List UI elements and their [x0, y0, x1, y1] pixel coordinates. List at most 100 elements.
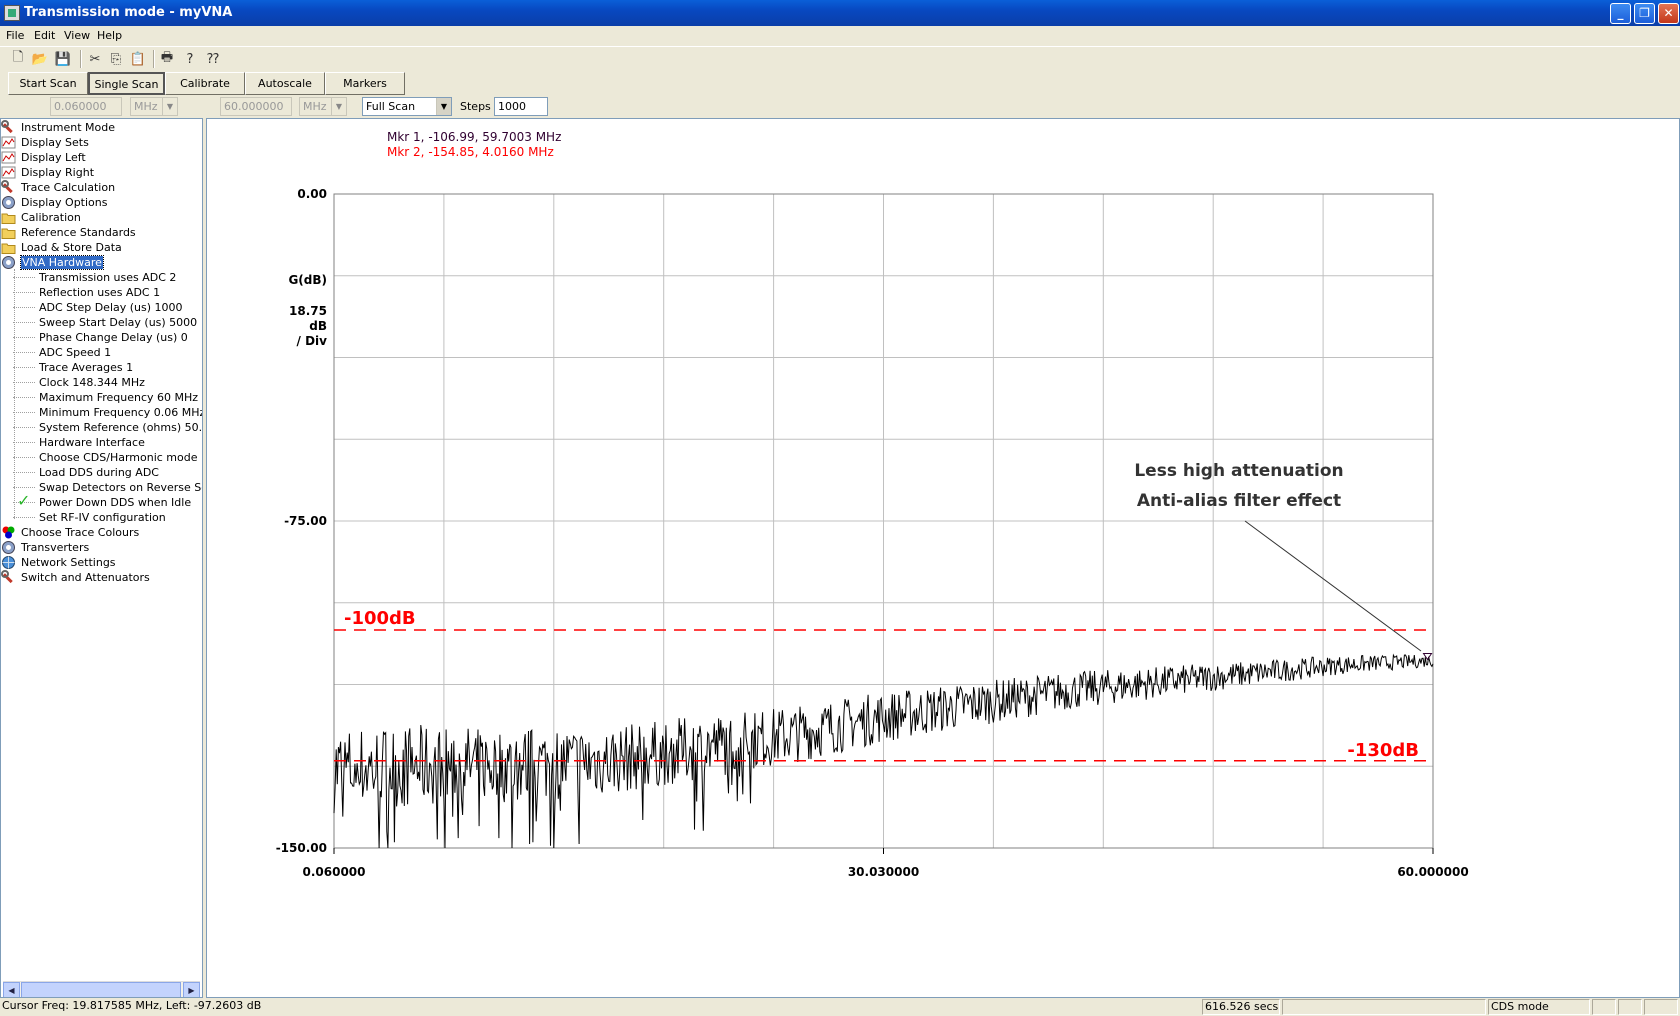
tree-connector	[13, 337, 35, 338]
tree-item-reflection-uses-adc-1[interactable]: Reflection uses ADC 1	[13, 285, 160, 300]
tree-item-load-store-data[interactable]: Load & Store Data	[1, 240, 122, 255]
chart-icon	[1, 135, 16, 150]
tree-item-network-settings[interactable]: Network Settings	[2, 555, 116, 570]
tree-item-switch-and-attenuators[interactable]: Switch and Attenuators	[1, 570, 150, 585]
tree-item-choose-trace-colours[interactable]: Choose Trace Colours	[2, 525, 139, 540]
settings-tree[interactable]: ◀ ▶ Instrument Mode Display Sets Display L…	[0, 118, 203, 998]
start-freq-input[interactable]: 0.060000	[50, 97, 122, 116]
menu-help[interactable]: Help	[97, 29, 122, 42]
tree-item-vna-hardware[interactable]: VNA Hardware	[2, 255, 104, 270]
tree-item-sweep-start-delay-us-5000[interactable]: Sweep Start Delay (us) 5000	[13, 315, 197, 330]
status-time: 616.526 secs	[1202, 999, 1280, 1015]
folder-icon	[1, 225, 16, 240]
tree-item-hardware-interface[interactable]: Hardware Interface	[13, 435, 145, 450]
markers-button[interactable]: Markers	[325, 72, 405, 95]
tree-item-label: Set RF-IV configuration	[39, 511, 166, 524]
annotation-text: Less high attenuation	[1134, 461, 1343, 481]
annotation-leader-line	[1244, 520, 1422, 652]
print-icon[interactable]: 🖶	[158, 50, 176, 68]
steps-input[interactable]: 1000	[494, 97, 548, 116]
transmission-chart[interactable]: Mkr 1, -106.99, 59.7003 MHzMkr 2, -154.8…	[207, 119, 1679, 997]
tree-item-calibration[interactable]: Calibration	[1, 210, 81, 225]
tree-item-adc-speed-1[interactable]: ADC Speed 1	[13, 345, 111, 360]
stop-freq-input[interactable]: 60.000000	[220, 97, 292, 116]
status-indicator	[1618, 999, 1642, 1015]
tree-item-instrument-mode[interactable]: Instrument Mode	[1, 120, 115, 135]
y-tick-label: -150.00	[276, 841, 327, 855]
tree-item-label: Display Options	[21, 196, 108, 209]
tree-item-set-rf-iv-configuration[interactable]: Set RF-IV configuration	[13, 510, 166, 525]
tree-connector	[13, 397, 35, 398]
minimize-button[interactable]: _	[1610, 3, 1631, 24]
chevron-down-icon[interactable]: ▼	[331, 98, 346, 115]
menu-edit[interactable]: Edit	[34, 29, 55, 42]
menu-view[interactable]: View	[64, 29, 90, 42]
tree-item-system-reference-ohms-50-00[interactable]: System Reference (ohms) 50.00	[13, 420, 202, 435]
tree-connector	[13, 277, 35, 278]
checkmark-icon: ✓	[17, 491, 31, 510]
chevron-down-icon[interactable]: ▼	[162, 98, 177, 115]
tree-item-maximum-frequency-60-mhz[interactable]: Maximum Frequency 60 MHz	[13, 390, 198, 405]
horizontal-scrollbar[interactable]: ◀ ▶	[3, 981, 200, 997]
tree-item-trace-averages-1[interactable]: Trace Averages 1	[13, 360, 133, 375]
tree-item-display-sets[interactable]: Display Sets	[1, 135, 89, 150]
tree-item-transverters[interactable]: Transverters	[2, 540, 90, 555]
steps-label: Steps	[460, 100, 491, 113]
context-help-icon[interactable]: ⁇	[204, 50, 222, 68]
scroll-thumb[interactable]	[21, 982, 181, 997]
marker-readout-2: Mkr 2, -154.85, 4.0160 MHz	[387, 145, 554, 159]
copy-icon[interactable]: ⎘	[107, 50, 125, 68]
start-unit-select[interactable]: MHz ▼	[130, 97, 178, 116]
autoscale-button[interactable]: Autoscale	[245, 72, 325, 95]
tree-item-label: Swap Detectors on Reverse Scan	[39, 481, 203, 494]
plot-pane[interactable]: Mkr 1, -106.99, 59.7003 MHz Mkr 2, -154.8…	[206, 118, 1680, 998]
tree-item-reference-standards[interactable]: Reference Standards	[1, 225, 136, 240]
paste-icon[interactable]: 📋	[129, 50, 147, 68]
open-icon[interactable]: 📂	[31, 50, 49, 68]
tree-item-label: Transverters	[21, 541, 90, 554]
start-scan-button[interactable]: Start Scan	[8, 72, 88, 95]
stop-unit-select[interactable]: MHz ▼	[299, 97, 347, 116]
cut-icon[interactable]: ✂	[86, 50, 104, 68]
tree-item-adc-step-delay-us-1000[interactable]: ADC Step Delay (us) 1000	[13, 300, 183, 315]
tree-item-transmission-uses-adc-2[interactable]: Transmission uses ADC 2	[13, 270, 176, 285]
status-indicator	[1644, 999, 1678, 1015]
new-icon[interactable]: 🗋	[9, 50, 27, 68]
chevron-down-icon[interactable]: ▼	[436, 98, 451, 115]
wrench-icon	[1, 570, 16, 585]
status-cursor: Cursor Freq: 19.817585 MHz, Left: -97.26…	[2, 999, 262, 1012]
status-mode: CDS mode	[1488, 999, 1590, 1015]
tree-item-clock-148-344-mhz[interactable]: Clock 148.344 MHz	[13, 375, 145, 390]
save-icon[interactable]: 💾	[54, 50, 72, 68]
tree-item-choose-cds-harmonic-mode[interactable]: Choose CDS/Harmonic mode	[13, 450, 198, 465]
tree-item-display-right[interactable]: Display Right	[1, 165, 94, 180]
restore-button[interactable]: ❐	[1634, 3, 1655, 24]
single-scan-button[interactable]: Single Scan	[88, 72, 165, 95]
y-tick-label: -75.00	[284, 514, 327, 528]
tree-item-display-left[interactable]: Display Left	[1, 150, 86, 165]
scroll-left-icon[interactable]: ◀	[3, 982, 20, 997]
tree-connector	[13, 307, 35, 308]
scale-per-div-label: dB	[309, 319, 327, 333]
tree-item-label: Instrument Mode	[21, 121, 115, 134]
tree-item-phase-change-delay-us-0[interactable]: Phase Change Delay (us) 0	[13, 330, 188, 345]
close-button[interactable]: ✕	[1658, 3, 1679, 24]
tree-item-display-options[interactable]: Display Options	[2, 195, 108, 210]
tree-connector	[13, 487, 35, 488]
tree-item-power-down-dds-when-idle[interactable]: ✓ Power Down DDS when Idle	[13, 493, 191, 510]
scroll-right-icon[interactable]: ▶	[183, 982, 200, 997]
calibrate-button[interactable]: Calibrate	[165, 72, 245, 95]
tree-item-minimum-frequency-0-06-mhz[interactable]: Minimum Frequency 0.06 MHz	[13, 405, 202, 420]
folder-icon	[1, 240, 16, 255]
tree-item-load-dds-during-adc[interactable]: Load DDS during ADC	[13, 465, 159, 480]
tree-item-trace-calculation[interactable]: Trace Calculation	[1, 180, 115, 195]
menu-file[interactable]: File	[6, 29, 24, 42]
help-icon[interactable]: ?	[181, 50, 199, 68]
tree-connector	[13, 457, 35, 458]
x-tick-label: 0.060000	[302, 865, 365, 879]
y-axis-label: G(dB)	[288, 273, 327, 287]
wrench-icon	[1, 180, 16, 195]
tree-item-swap-detectors-on-reverse-scan[interactable]: Swap Detectors on Reverse Scan	[13, 480, 203, 495]
scan-mode-select[interactable]: Full Scan ▼	[362, 97, 452, 116]
gear-icon	[1, 255, 16, 270]
